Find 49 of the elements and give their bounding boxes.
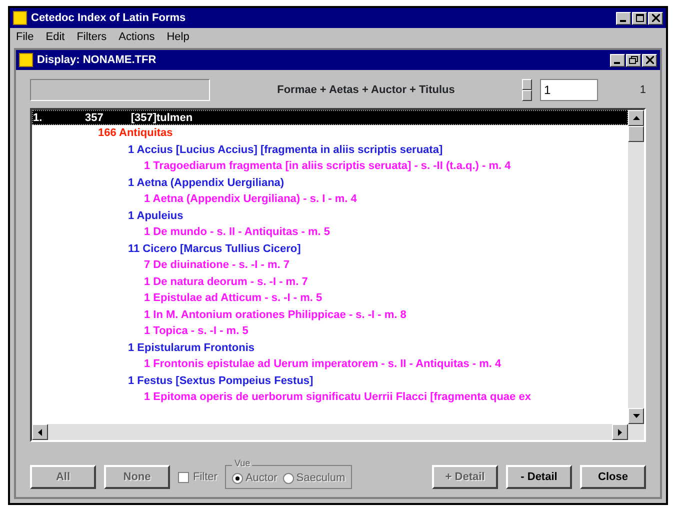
menu-item[interactable]: Filters [76, 31, 107, 43]
app-icon [13, 11, 27, 25]
author-row[interactable]: 11 Cicero [Marcus Tullius Cicero] [32, 240, 628, 257]
author-row[interactable]: 1 Accius [Lucius Accius] [fragmenta in aliis scriptis seruata] [32, 142, 628, 158]
author-row[interactable]: 1 Apuleius [32, 208, 628, 224]
work-row[interactable]: 7 De diuinatione - s. -I - m. 7 [32, 257, 628, 274]
restore-button[interactable] [626, 54, 641, 66]
scroll-up-icon[interactable] [628, 110, 644, 126]
work-row[interactable]: 1 Aetna (Appendix Uergiliana) - s. I - m. 4 [32, 191, 628, 208]
close-icon [646, 56, 654, 64]
action-button[interactable]: Close [580, 465, 646, 489]
work-row[interactable]: 1 In M. Antonium orationes Philippicae - s. -I - m. 8 [32, 306, 628, 323]
spinner-arrows[interactable] [522, 79, 532, 101]
close-icon [652, 14, 660, 22]
work-row[interactable]: 1 Epitoma operis de uerborum significatu Uerrii Flacci [fragmenta quae ex [32, 389, 628, 406]
author-row[interactable]: 1 Festus [Sextus Pompeius Festus] [32, 372, 628, 389]
work-row[interactable]: 1 Frontonis epistulae ad Uerum imperatorem - s. II - Antiquitas - m. 4 [32, 356, 628, 372]
work-row[interactable]: 1 De natura deorum - s. -I - m. 7 [32, 274, 628, 290]
close-button[interactable] [642, 54, 657, 66]
number-field[interactable]: 1 [540, 79, 598, 101]
window-title: Cetedoc Index of Latin Forms [31, 12, 186, 24]
author-row[interactable]: 1 Aetna (Appendix Uergiliana) [32, 174, 628, 191]
minimize-button[interactable] [610, 54, 625, 66]
menu-item[interactable]: Actions [118, 31, 155, 43]
group-row[interactable]: 166 Antiquitas [32, 125, 628, 142]
work-row[interactable]: 1 Epistulae ad Atticum - s. -I - m. 5 [32, 290, 628, 306]
author-row[interactable]: 1 Epistularum Frontonis [32, 340, 628, 356]
maximize-button[interactable] [632, 12, 647, 24]
restore-icon [629, 56, 638, 64]
action-button[interactable]: - Detail [506, 465, 572, 489]
close-button[interactable] [648, 12, 663, 24]
window-title: Display: NONAME.TFR [37, 54, 156, 66]
scroll-down-icon[interactable] [628, 408, 644, 424]
maximize-icon [636, 14, 644, 22]
group-label: Vue [232, 458, 252, 468]
scroll-left-icon[interactable] [32, 424, 48, 440]
scroll-right-icon[interactable] [612, 424, 628, 440]
menu-item[interactable]: Edit [46, 31, 65, 43]
work-row[interactable]: 1 Tragoediarum fragmenta [in aliis scriptis seruata] - s. -II (t.a.q.) - m. 4 [32, 158, 628, 174]
minimize-button[interactable] [616, 12, 631, 24]
menu-item[interactable]: Help [166, 31, 190, 43]
scroll-thumb[interactable] [628, 126, 644, 142]
menu-item[interactable]: File [16, 31, 34, 43]
document-icon [19, 53, 33, 67]
work-row[interactable]: 1 De mundo - s. II - Antiquitas - m. 5 [32, 224, 628, 240]
work-row[interactable]: 1 Topica - s. -I - m. 5 [32, 323, 628, 340]
selected-row[interactable]: 1. 357 [357]tulmen [32, 110, 628, 125]
count-label: 1 [638, 84, 646, 96]
header-title: Formae + Aetas + Auctor + Titulus [276, 84, 456, 96]
